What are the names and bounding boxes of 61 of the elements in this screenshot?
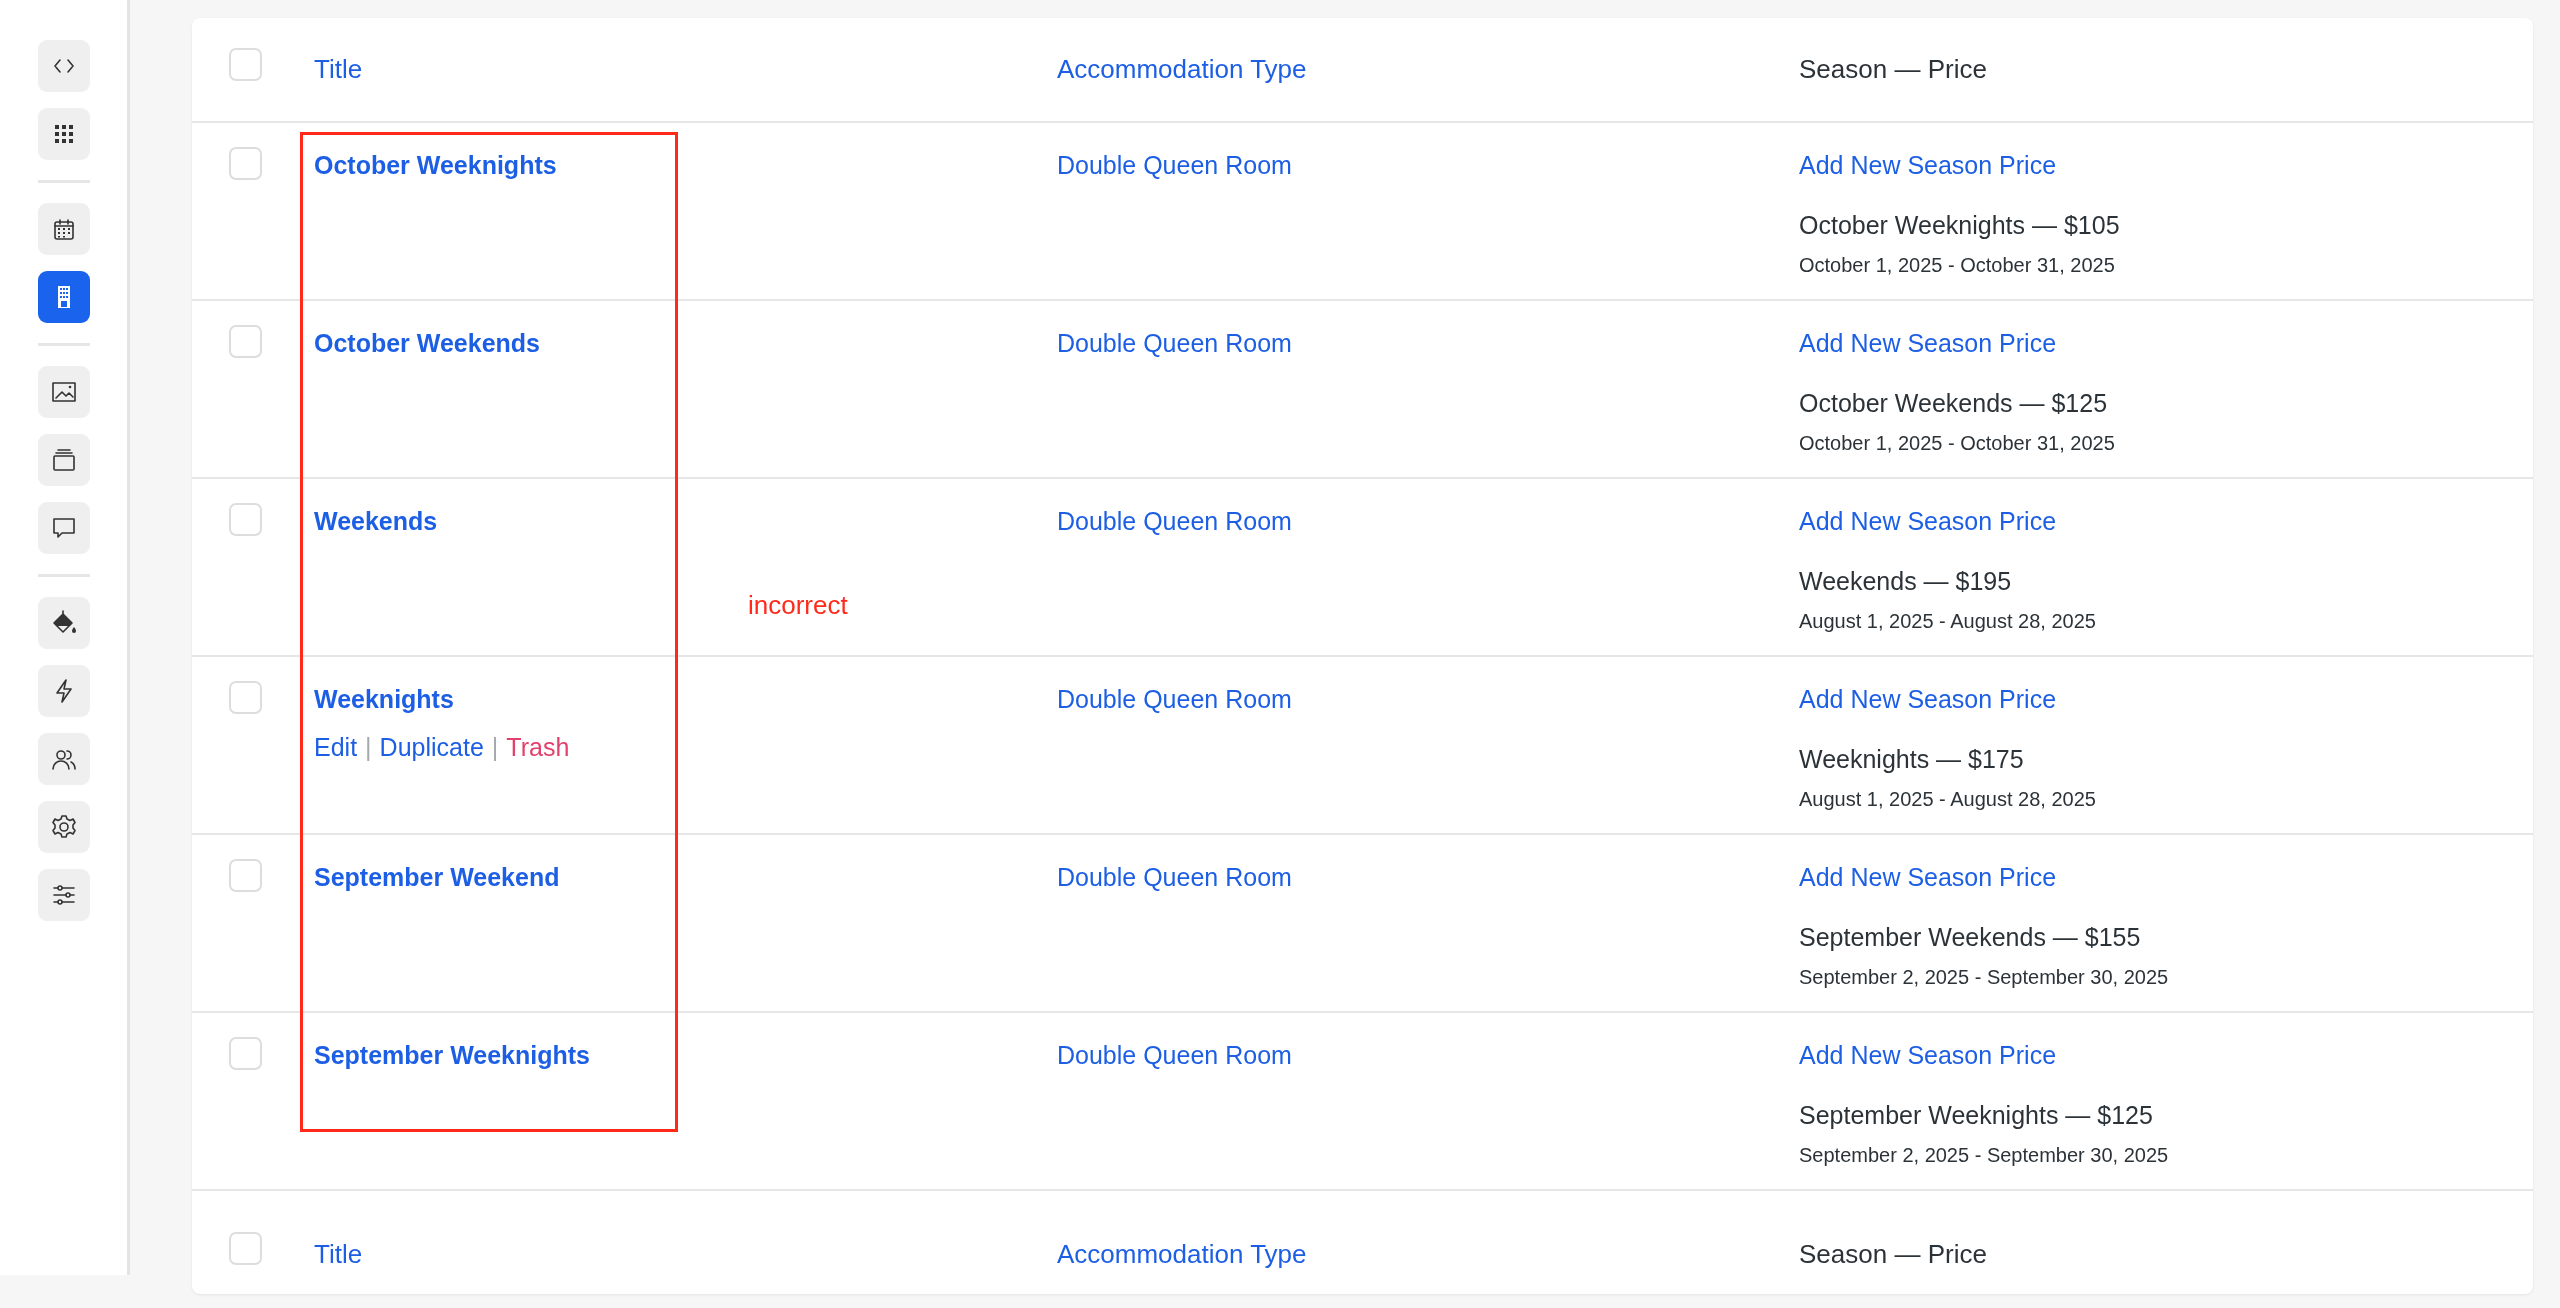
- annotation-text: incorrect: [748, 589, 848, 622]
- column-header: Season — Price: [1799, 1238, 1987, 1269]
- column-header[interactable]: Title: [314, 54, 363, 84]
- sidebar-button[interactable]: [37, 434, 90, 486]
- title-link[interactable]: Weekends: [314, 507, 438, 535]
- row-checkbox[interactable]: [229, 47, 262, 81]
- add-season-price-link[interactable]: Add New Season Price: [1799, 859, 2057, 897]
- sidebar-button[interactable]: [37, 597, 90, 649]
- row-checkbox[interactable]: [229, 1232, 262, 1266]
- accommodation-link[interactable]: Double Queen Room: [1057, 685, 1292, 713]
- row-checkbox[interactable]: [229, 325, 262, 358]
- add-season-price-link[interactable]: Add New Season Price: [1799, 147, 2057, 185]
- add-season-price-link[interactable]: Add New Season Price: [1799, 681, 2057, 719]
- row-checkbox[interactable]: [229, 503, 262, 536]
- title-link[interactable]: September Weekend: [314, 863, 560, 891]
- accommodation-link[interactable]: Double Queen Room: [1057, 1041, 1292, 1069]
- title-link[interactable]: October Weeknights: [314, 151, 557, 179]
- add-season-price-link[interactable]: Add New Season Price: [1799, 503, 2057, 541]
- sidebar-button[interactable]: [37, 108, 90, 160]
- sidebar-button[interactable]: [37, 366, 90, 418]
- add-season-price-link[interactable]: Add New Season Price: [1799, 1037, 2057, 1075]
- row-checkbox[interactable]: [229, 1037, 262, 1070]
- accommodation-link[interactable]: Double Queen Room: [1057, 151, 1292, 179]
- title-link[interactable]: Weeknights: [314, 685, 454, 713]
- separator: |: [491, 732, 499, 761]
- add-season-price-link[interactable]: Add New Season Price: [1799, 325, 2057, 363]
- edit-link[interactable]: Edit: [314, 732, 358, 761]
- separator: |: [365, 732, 372, 761]
- season-price-text: Weekends — $195: [1799, 566, 2012, 595]
- sidebar-button[interactable]: [37, 203, 90, 255]
- sidebar-button[interactable]: [37, 869, 90, 921]
- sidebar-button[interactable]: [37, 502, 90, 554]
- column-header[interactable]: Accommodation Type: [1057, 1238, 1307, 1269]
- season-price-text: September Weekends — $155: [1799, 922, 2141, 951]
- sidebar-button[interactable]: [37, 801, 90, 853]
- title-link[interactable]: October Weekends: [314, 329, 540, 357]
- column-header[interactable]: Title: [314, 1238, 363, 1269]
- trash-link[interactable]: Trash: [506, 732, 570, 761]
- date-range-text: August 1, 2025 - August 28, 2025: [1799, 609, 2097, 634]
- date-range-text: October 1, 2025 - October 31, 2025: [1799, 431, 2116, 456]
- season-price-text: Weeknights — $175: [1799, 744, 2024, 773]
- column-header[interactable]: Accommodation Type: [1057, 54, 1307, 84]
- date-range-text: August 1, 2025 - August 28, 2025: [1799, 787, 2097, 812]
- row-checkbox[interactable]: [229, 681, 262, 714]
- accommodation-link[interactable]: Double Queen Room: [1057, 863, 1292, 891]
- column-header: Season — Price: [1799, 54, 1987, 84]
- accommodation-link[interactable]: Double Queen Room: [1057, 507, 1292, 535]
- date-range-text: October 1, 2025 - October 31, 2025: [1799, 253, 2116, 278]
- row-checkbox[interactable]: [229, 859, 262, 892]
- duplicate-link[interactable]: Duplicate: [379, 732, 484, 761]
- season-price-text: September Weeknights — $125: [1799, 1100, 2153, 1129]
- sidebar-button[interactable]: [37, 665, 90, 717]
- sidebar-button[interactable]: [37, 733, 90, 785]
- season-price-text: October Weekends — $125: [1799, 388, 2108, 417]
- accommodation-link[interactable]: Double Queen Room: [1057, 329, 1292, 357]
- settings-icon: [49, 813, 78, 841]
- title-link[interactable]: September Weeknights: [314, 1041, 590, 1069]
- date-range-text: September 2, 2025 - September 30, 2025: [1799, 965, 2170, 990]
- date-range-text: September 2, 2025 - September 30, 2025: [1799, 1143, 2170, 1168]
- season-price-text: October Weeknights — $105: [1799, 210, 2120, 239]
- row-checkbox[interactable]: [229, 147, 262, 180]
